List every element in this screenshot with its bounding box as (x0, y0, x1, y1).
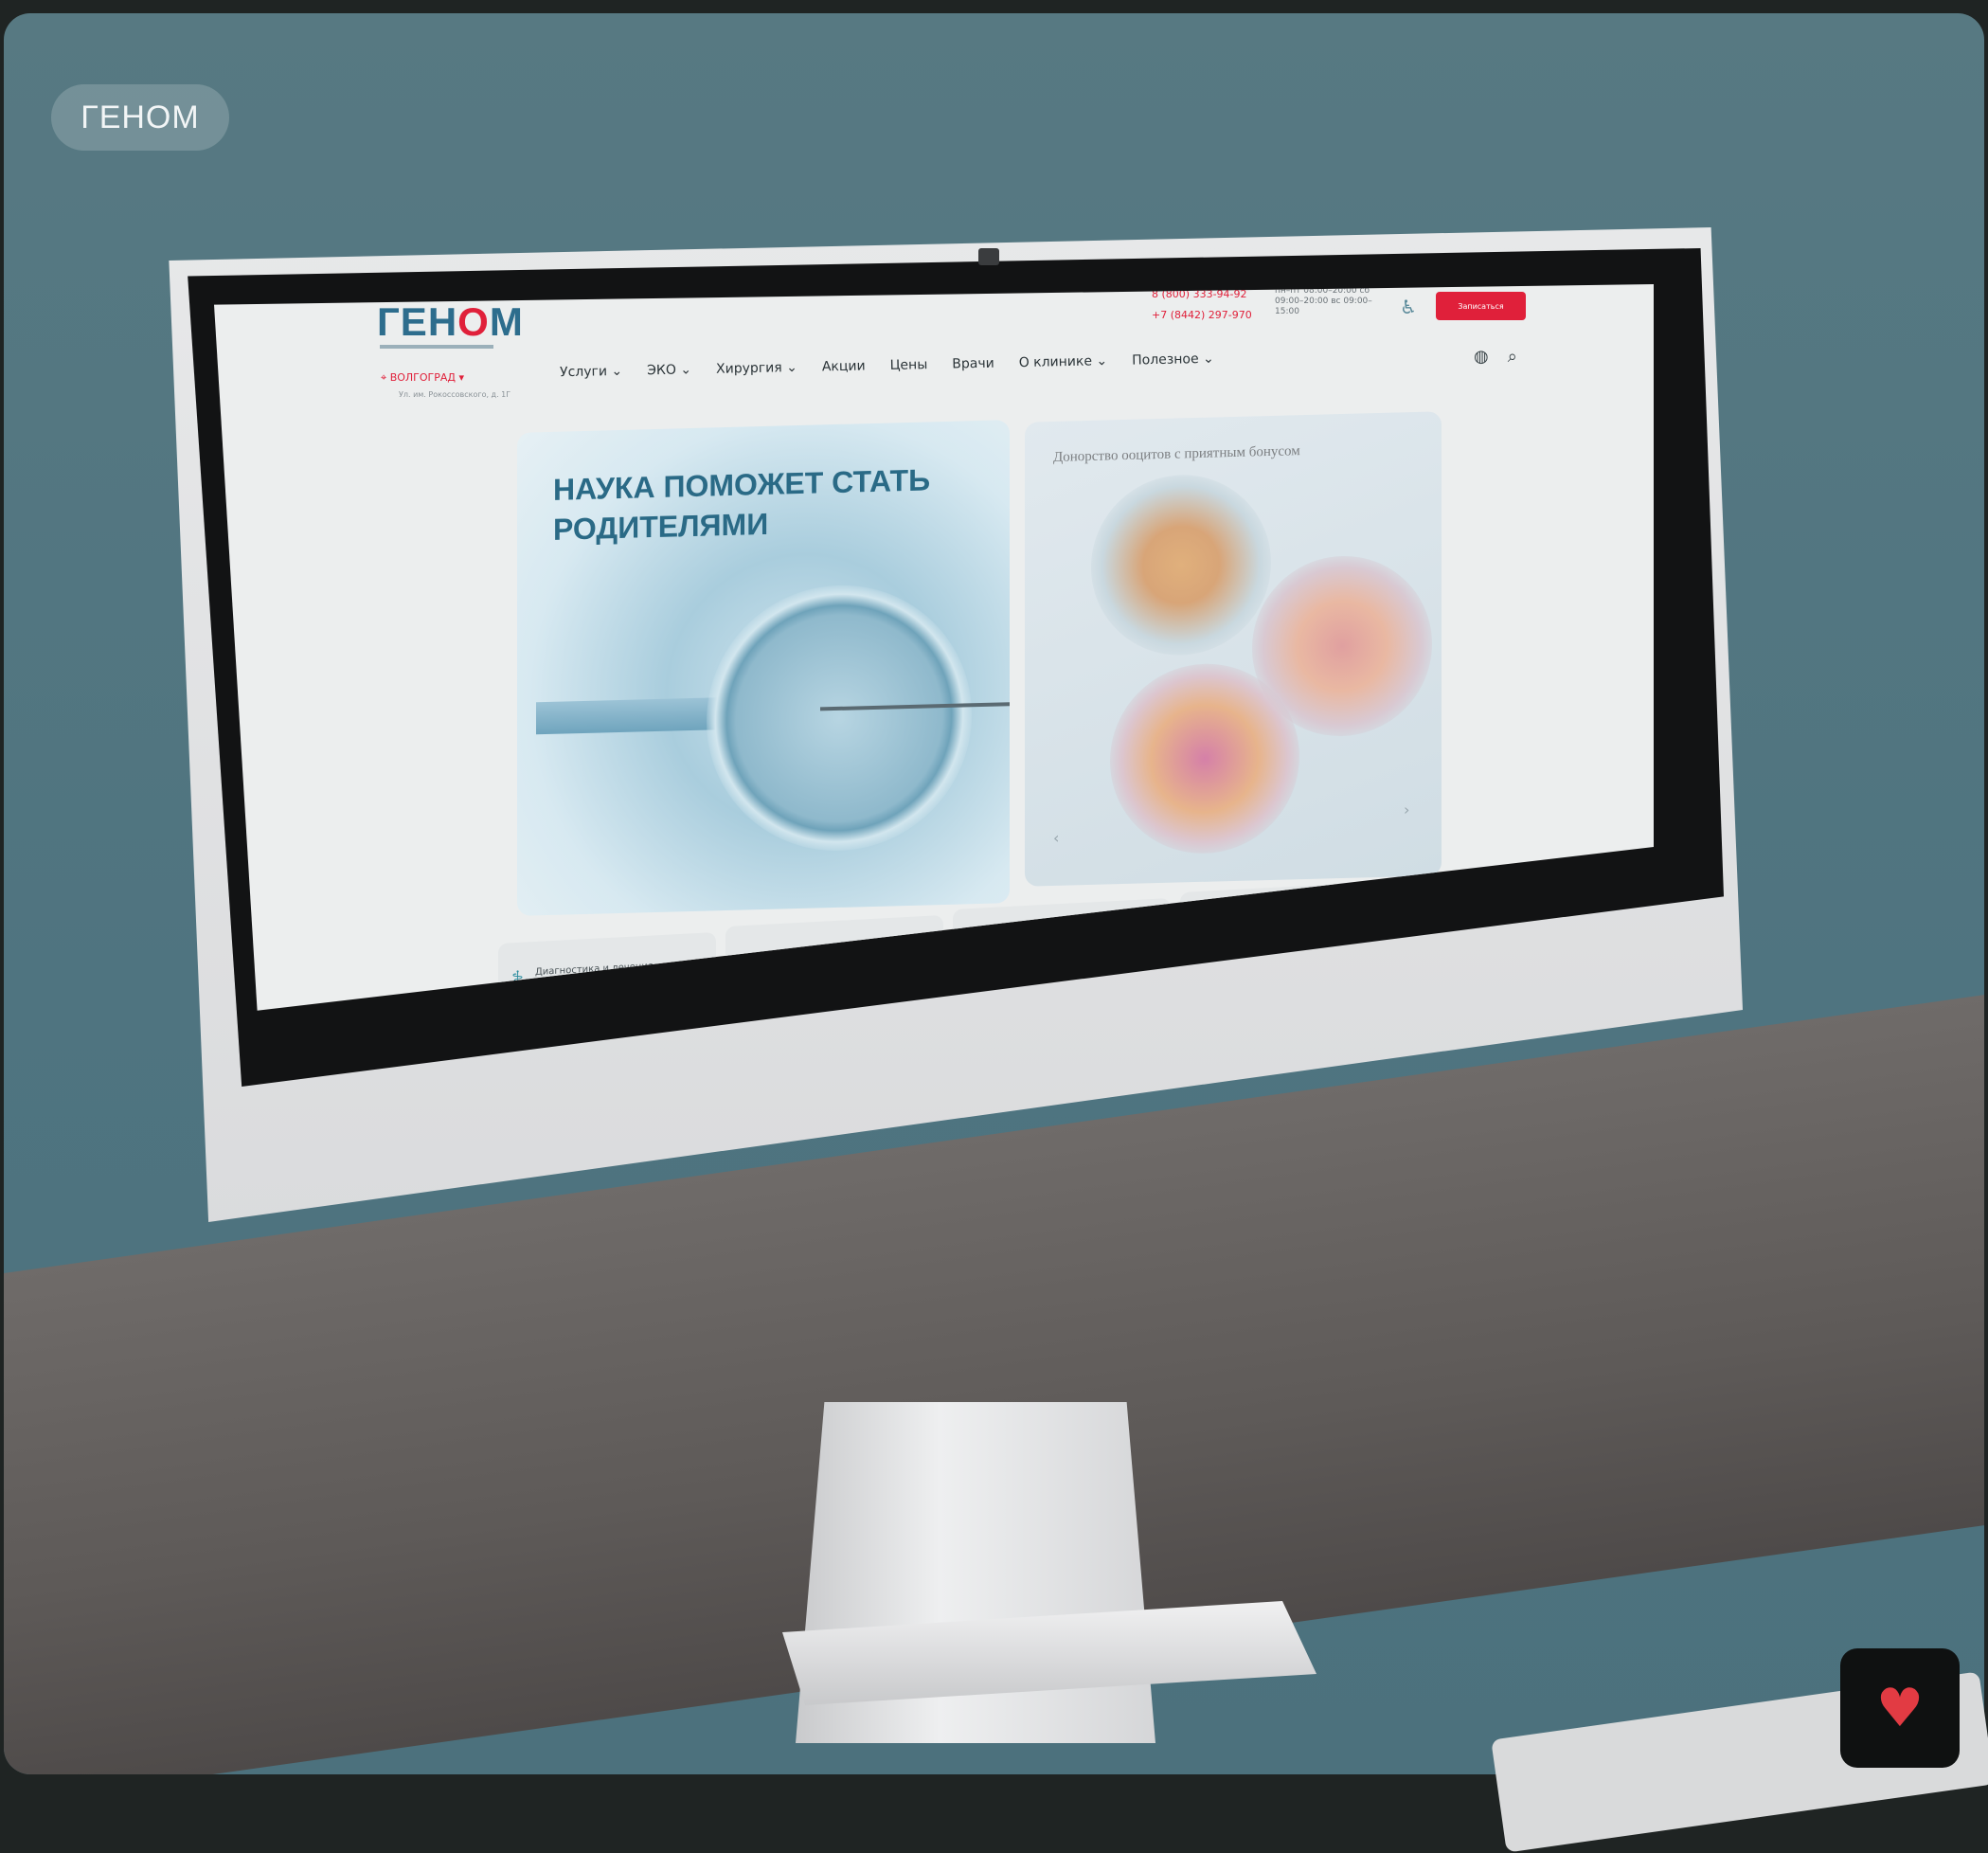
hero-main-banner[interactable]: НАУКА ПОМОЖЕТ СТАТЬ РОДИТЕЛЯМИ (517, 420, 1010, 916)
nav-item-doctors[interactable]: Врачи (952, 356, 994, 372)
nav-item-surgery[interactable]: Хирургия ⌄ (716, 360, 797, 377)
phone-2[interactable]: +7 (8442) 297-970 (1152, 305, 1252, 326)
project-badge[interactable]: ГЕНОМ (51, 84, 229, 151)
nav-item-promo[interactable]: Акции (822, 358, 866, 374)
oocyte-graphic (707, 582, 972, 855)
site-logo[interactable]: ГЕНОМ (377, 299, 524, 345)
chevron-left-icon[interactable]: ‹ (1053, 829, 1059, 847)
appointment-button[interactable]: Записаться (1436, 292, 1526, 320)
nav-item-eco[interactable]: ЭКО ⌄ (647, 362, 691, 378)
nav-item-prices[interactable]: Цены (889, 357, 927, 373)
embryo-graphic (1091, 472, 1271, 657)
city-selector[interactable]: ⌖ ВОЛГОГРАД ▾ (381, 371, 464, 385)
eye-icon[interactable]: ◍ (1474, 347, 1489, 367)
accessibility-icon[interactable]: ♿ (1400, 296, 1417, 318)
banner-title: Донорство ооцитов с приятным бонусом (1053, 443, 1300, 465)
logo-tagline (380, 345, 493, 349)
nav-item-about[interactable]: О клинике ⌄ (1019, 353, 1108, 370)
city-label: ВОЛГОГРАД (389, 371, 457, 384)
search-icon[interactable]: ⌕ (1508, 347, 1517, 367)
logo-o: О (457, 299, 490, 344)
main-nav: Услуги ⌄ ЭКО ⌄ Хирургия ⌄ Акции Цены Вра… (560, 351, 1214, 380)
nav-item-useful[interactable]: Полезное ⌄ (1132, 351, 1214, 369)
chevron-right-icon[interactable]: › (1404, 801, 1409, 819)
webcam (978, 248, 999, 265)
hero-side-banner[interactable]: Донорство ооцитов с приятным бонусом ‹ › (1025, 411, 1442, 887)
header-tools: ◍ ⌕ (1474, 347, 1517, 367)
nav-item-services[interactable]: Услуги ⌄ (560, 364, 622, 380)
heart-icon: ♥ (1875, 1677, 1925, 1739)
logo-text-end: М (489, 299, 524, 344)
hero-title: НАУКА ПОМОЖЕТ СТАТЬ РОДИТЕЛЯМИ (553, 462, 931, 547)
working-hours: пн–пт 08:00–20:00 сб 09:00–20:00 вс 09:0… (1275, 286, 1372, 316)
embryo-graphic (1110, 661, 1299, 856)
like-button[interactable]: ♥ (1840, 1648, 1960, 1768)
clinic-address: Ул. им. Рокоссовского, д. 1Г (399, 390, 511, 399)
logo-text: ГЕН (377, 299, 458, 344)
